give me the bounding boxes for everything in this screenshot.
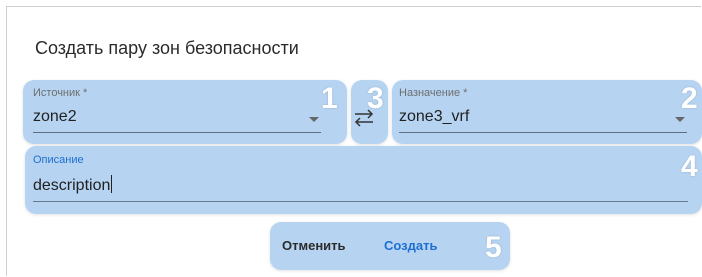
create-button[interactable]: Создать (384, 238, 437, 253)
description-value: description (33, 177, 111, 194)
annotation-marker-2: 2 (681, 82, 698, 115)
description-input[interactable] (25, 146, 702, 214)
description-underline (33, 201, 688, 202)
destination-label: Назначение * (399, 87, 468, 99)
chevron-down-icon[interactable] (675, 117, 685, 122)
text-cursor (111, 175, 113, 193)
description-label: Описание (33, 154, 84, 166)
annotation-marker-5: 5 (485, 231, 502, 264)
description-field[interactable]: description (33, 175, 113, 195)
source-label: Источник * (33, 87, 88, 99)
destination-underline (399, 132, 687, 133)
cancel-button[interactable]: Отменить (282, 238, 346, 253)
source-value: zone2 (33, 108, 77, 125)
annotation-marker-1: 1 (321, 82, 338, 115)
annotation-marker-4: 4 (681, 150, 698, 183)
source-underline (33, 132, 321, 133)
dialog-title: Создать пару зон безопасности (35, 38, 299, 58)
annotation-marker-3: 3 (367, 82, 384, 115)
chevron-down-icon[interactable] (309, 117, 319, 122)
destination-value: zone3_vrf (399, 108, 470, 125)
